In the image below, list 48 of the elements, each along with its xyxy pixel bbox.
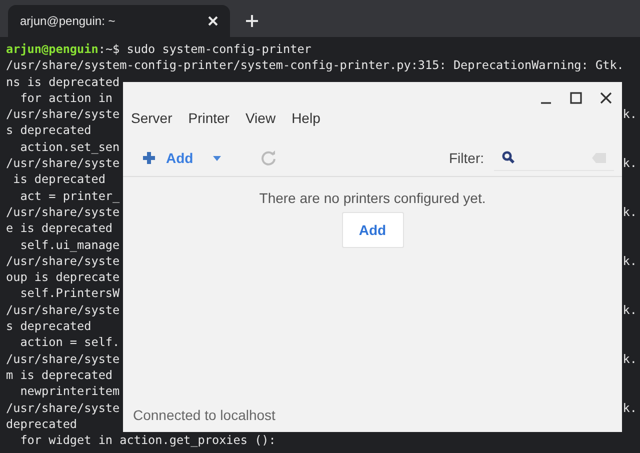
add-button[interactable]: Add (342, 212, 404, 248)
output-line: s deprecated (6, 122, 92, 139)
output-line: action.set_sen (19, 138, 120, 156)
status-text: Connected to localhost (132, 407, 276, 425)
output-line: /usr/share/syste (6, 155, 120, 172)
output-line: for action in (19, 90, 113, 106)
output-line: ns is deprecated (6, 74, 120, 90)
output-line: /usr/share/system-config-printer/system-config-printer.py:315: DeprecationWarning: Gtk. (6, 57, 624, 74)
new-tab-icon[interactable] (246, 15, 258, 27)
output-line: /usr/share/syste (6, 106, 120, 122)
maximize-icon[interactable] (569, 91, 583, 105)
close-icon[interactable] (599, 91, 613, 105)
output-line: /usr/share/syste (6, 204, 120, 220)
plus-icon (142, 151, 156, 165)
output-line: is deprecated (12, 171, 106, 188)
output-line: oup is deprecate (6, 269, 120, 286)
output-line: k. (622, 106, 637, 122)
output-line: deprecated (6, 416, 78, 432)
output-line: k. (622, 155, 637, 172)
output-line: /usr/share/syste (6, 302, 120, 318)
output-line: s deprecated (6, 318, 92, 334)
output-line: for widget in action.get_proxies (): (19, 432, 276, 448)
output-line: e is deprecated (6, 220, 113, 237)
output-line: m is deprecated (6, 366, 113, 384)
output-line: k. (622, 252, 637, 270)
add-button[interactable]: Add (142, 150, 194, 166)
empty-message: There are no printers configured yet. (259, 190, 486, 206)
caret-icon[interactable] (213, 156, 222, 160)
search-icon (502, 151, 515, 164)
output-line: act = printer_ (19, 188, 120, 204)
output-line: /usr/share/syste (6, 350, 120, 367)
terminal-tab[interactable]: arjun@penguin: ~ (8, 5, 230, 37)
menu-item[interactable]: Printer (188, 110, 230, 126)
filter-label: Filter: (449, 150, 484, 166)
menu-item[interactable]: Help (292, 110, 320, 126)
output-line: self.PrintersW (19, 285, 120, 302)
output-line: k. (622, 204, 637, 220)
output-line: k. (622, 400, 637, 416)
output-line: k. (622, 350, 637, 367)
output-line: action = self. (19, 334, 120, 351)
menu-item[interactable]: Server (131, 110, 172, 126)
output-line: self.ui_manage (19, 236, 120, 253)
output-line: /usr/share/syste (6, 252, 120, 270)
command-line: arjun@penguin:~$ sudo system-config-printer (6, 41, 312, 58)
output-line: /usr/share/syste (6, 400, 120, 416)
menu-item[interactable]: View (245, 110, 276, 126)
output-line: newprinteritem (19, 383, 120, 400)
output-line: k. (622, 302, 637, 318)
